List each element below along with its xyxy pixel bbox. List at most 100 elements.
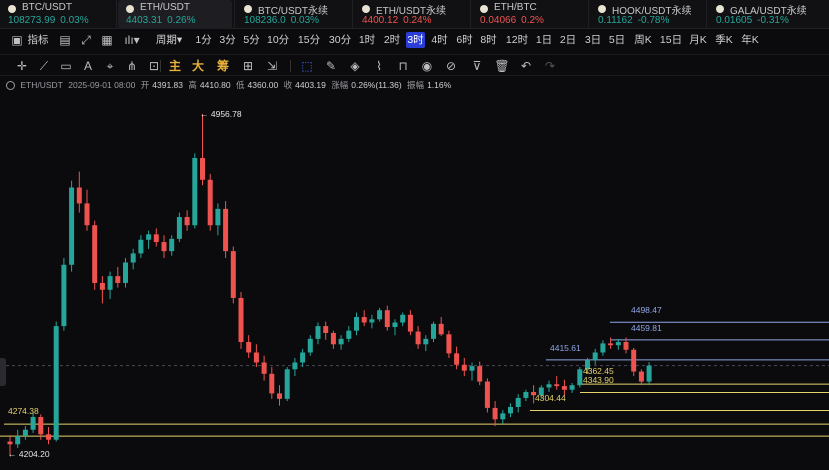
period-5[interactable]: 30分: [328, 32, 352, 48]
period-15[interactable]: 3日: [584, 32, 602, 48]
indicator-button[interactable]: 指标: [26, 32, 50, 48]
candle-body: [577, 369, 583, 386]
candle-body: [284, 369, 290, 399]
candle-body: [500, 413, 506, 420]
period-7[interactable]: 2时: [383, 32, 401, 48]
info-symbol: ETH/USDT: [20, 80, 63, 90]
calendar-icon[interactable]: ▤: [58, 32, 72, 48]
big-order-button[interactable]: 大: [190, 58, 206, 74]
period-6[interactable]: 1时: [358, 32, 376, 48]
period-14[interactable]: 2日: [559, 32, 577, 48]
candle-body: [207, 179, 213, 226]
period-2[interactable]: 5分: [243, 32, 260, 48]
candle-body: [415, 331, 421, 345]
candle-type-icon[interactable]: ılı▾: [122, 32, 142, 48]
candle-body: [592, 352, 598, 361]
eye-icon[interactable]: ◉: [419, 58, 435, 74]
period-0[interactable]: 1分: [195, 32, 212, 48]
period-18[interactable]: 15日: [659, 32, 683, 48]
period-10[interactable]: 6时: [455, 32, 474, 48]
candle-body: [292, 362, 298, 370]
drawing-toolbar: ✛ ⟋ ▭ A ⌖ ⋔ ⊡ 主 大 筹 ⊞ ⇲ ⬚ ✎ ◈ ⌇ ⊓ ◉ ⊘ ⊽ …: [0, 54, 829, 76]
ticker-name: BTC/USDT: [22, 2, 72, 13]
period-9[interactable]: 4时: [430, 32, 449, 48]
period-4[interactable]: 15分: [297, 32, 321, 48]
layout-icon[interactable]: ⊞: [240, 58, 256, 74]
main-indicator-button[interactable]: 主: [167, 58, 183, 74]
candle-body: [484, 381, 490, 408]
crosshair-icon[interactable]: ✛: [14, 58, 30, 74]
candle-body: [631, 349, 637, 372]
candle-body: [84, 203, 90, 226]
period-11[interactable]: 8时: [479, 32, 498, 48]
ticker-name: ETH/USDT: [140, 2, 190, 13]
level-label-4304: 4304.44: [535, 393, 566, 403]
ticker-divider: [706, 0, 707, 29]
period-dropdown-label: 周期: [155, 34, 177, 46]
lock-icon[interactable]: ⊓: [395, 58, 411, 74]
candle-body: [423, 338, 429, 345]
ticker-eth-usdt-[interactable]: ETH/USDT永续 4400.12 0.24%: [354, 0, 468, 29]
candle-body: [230, 251, 236, 298]
fib-tool-icon[interactable]: ⌖: [102, 58, 118, 74]
trendline-icon[interactable]: ⟋: [36, 58, 52, 74]
text-tool-icon[interactable]: A: [80, 58, 96, 74]
magnet-icon[interactable]: ⌇: [371, 58, 387, 74]
period-13[interactable]: 1日: [535, 32, 553, 48]
info-close-label: 收: [283, 80, 293, 90]
candle-body: [492, 407, 498, 420]
period-8[interactable]: 3时: [406, 32, 425, 48]
grid-icon[interactable]: ▦: [100, 32, 114, 48]
ticker-price: 4403.31: [126, 15, 163, 26]
period-12[interactable]: 12时: [505, 32, 529, 48]
toolbar-divider: [290, 60, 291, 72]
period-3[interactable]: 10分: [267, 32, 289, 48]
info-low: 4360.00: [247, 80, 279, 90]
period-16[interactable]: 5日: [608, 32, 626, 48]
select-cursor-icon[interactable]: ⬚: [299, 58, 315, 74]
chip-distribution-button[interactable]: 筹: [215, 58, 231, 74]
compare-icon[interactable]: ⇲: [264, 58, 280, 74]
undo-icon[interactable]: ↶: [518, 58, 534, 74]
filter-icon[interactable]: ⊽: [469, 58, 485, 74]
ticker-btc-usdt[interactable]: BTC/USDT 108273.99 0.03%: [0, 0, 114, 29]
resize-icon[interactable]: ⤢: [79, 32, 93, 48]
ticker-change: -0.31%: [757, 15, 789, 26]
chart-canvas[interactable]: [0, 92, 829, 470]
ticker-hook-usdt-[interactable]: HOOK/USDT永续 0.11162 -0.78%: [590, 0, 704, 29]
ticker-gala-usdt-[interactable]: GALA/USDT永续 0.01605 -0.31%: [708, 0, 822, 29]
candle-body: [638, 371, 644, 382]
trash-icon[interactable]: 🗑: [494, 58, 510, 74]
ticker-eth-usdt[interactable]: ETH/USDT 4403.31 0.26%: [118, 0, 232, 29]
candle-body: [369, 319, 375, 323]
candle-body: [153, 234, 159, 243]
coin-icon: [598, 5, 606, 13]
candle-body: [623, 342, 629, 350]
period-17[interactable]: 周K: [633, 32, 653, 48]
visibility-icon[interactable]: ⊘: [443, 58, 459, 74]
period-21[interactable]: 年K: [740, 32, 760, 48]
candle-body: [246, 342, 252, 353]
period-dropdown[interactable]: 周期▾: [152, 32, 186, 48]
period-1[interactable]: 3分: [219, 32, 236, 48]
candlestick-chart[interactable]: ← 4956.78 ← 4204.20 4498.47 4459.81 4415…: [0, 92, 829, 470]
indicator-icon[interactable]: ▣: [10, 32, 24, 48]
candle-body: [354, 317, 359, 331]
info-time: 2025-09-01 08:00: [68, 80, 136, 90]
ticker-divider: [352, 0, 353, 29]
period-20[interactable]: 季K: [714, 32, 734, 48]
pitchfork-icon[interactable]: ⋔: [124, 58, 140, 74]
parallel-channel-icon[interactable]: ▭: [58, 58, 74, 74]
side-panel-handle[interactable]: [0, 358, 6, 386]
ticker-price: 0.04066: [480, 15, 517, 26]
candle-body: [446, 334, 452, 354]
coin-icon: [126, 5, 134, 13]
eraser-icon[interactable]: ◈: [347, 58, 363, 74]
brush-icon[interactable]: ✎: [323, 58, 339, 74]
period-19[interactable]: 月K: [688, 32, 708, 48]
redo-icon[interactable]: ↷: [542, 58, 558, 74]
ticker-eth-btc[interactable]: ETH/BTC 0.04066 0.2%: [472, 0, 586, 29]
coin-icon: [362, 5, 370, 13]
toggle-visibility-icon[interactable]: [6, 81, 15, 91]
ticker-btc-usdt-[interactable]: BTC/USDT永续 108236.0 0.03%: [236, 0, 350, 29]
